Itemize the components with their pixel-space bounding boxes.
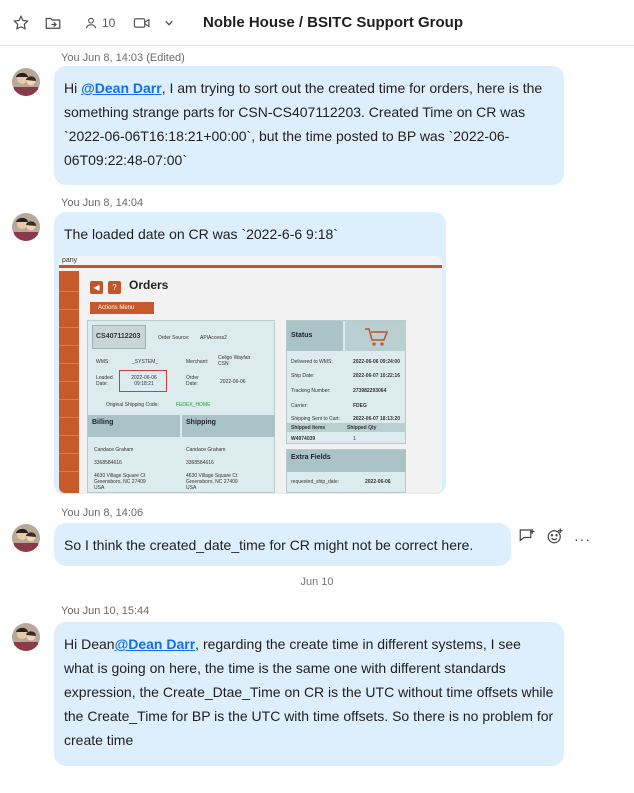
members-icon <box>85 17 97 29</box>
date-separator: Jun 10 <box>300 576 334 588</box>
requested-ship-value: 2022-06-06 <box>365 479 391 485</box>
message-actions: ··· <box>518 527 591 550</box>
order-id: CS407112203 <box>96 333 141 340</box>
ship-date-value: 2022-06-07 10:22:16 <box>353 373 400 379</box>
status-panel: Status Delivered to WMS: 2022-06-06 09:2… <box>286 320 406 444</box>
star-icon[interactable] <box>12 12 30 34</box>
actions-menu: Actions Menu <box>90 302 154 314</box>
mention-link[interactable]: @Dean Darr <box>81 80 162 96</box>
sent-to-cart-value: 2022-06-07 18:13:20 <box>353 416 400 422</box>
orig-shipping-label: Original Shipping Code: <box>106 402 159 408</box>
carrier-value: FDEG <box>353 403 367 409</box>
billing-country: USA <box>94 485 105 491</box>
avatar[interactable] <box>12 623 40 651</box>
item-qty: 1 <box>353 436 356 442</box>
shipping-heading: Shipping <box>182 415 275 437</box>
message-bubble: Hi Dean@Dean Darr, regarding the create … <box>54 622 564 766</box>
shipping-name: Candace Graham <box>186 447 226 453</box>
loaded-date-label: Loaded Date: <box>96 375 113 387</box>
orders-title: Orders <box>129 278 169 292</box>
message-text: , regarding the create time in different… <box>64 636 554 748</box>
wms-label: WMS: <box>96 359 110 365</box>
attached-image[interactable]: pany ◀ ? Orders Actions Menu CS407112203… <box>54 251 446 494</box>
more-icon[interactable]: ··· <box>574 531 591 547</box>
shipping-phone: 3368584616 <box>186 460 214 466</box>
share-icon[interactable] <box>44 12 62 34</box>
billing-heading: Billing <box>88 415 180 437</box>
message-bubble: So I think the created_date_time for CR … <box>54 523 511 566</box>
message-meta: You Jun 8, 14:06 <box>61 507 144 519</box>
avatar[interactable] <box>12 213 40 241</box>
merchant-value: Celigo Wayfair CSN <box>218 355 251 367</box>
status-heading: Status <box>287 321 343 351</box>
company-label: pany <box>62 257 78 264</box>
chevron-down-icon[interactable] <box>164 12 174 34</box>
members-button[interactable]: 10 <box>84 12 115 34</box>
help-icon: ? <box>108 281 121 294</box>
wms-value: _SYSTEM_ <box>132 359 159 365</box>
mention-link[interactable]: @Dean Darr <box>115 636 196 652</box>
orders-screenshot: pany ◀ ? Orders Actions Menu CS407112203… <box>59 256 442 493</box>
message-text-prefix: Hi Dean <box>64 636 115 652</box>
page-title: Noble House / BSITC Support Group <box>203 14 463 31</box>
tracking-label: Tracking Number: <box>291 388 331 394</box>
delivered-label: Delivered to WMS: <box>291 359 333 365</box>
requested-ship-label: requested_ship_date: <box>291 479 340 485</box>
message-meta: You Jun 8, 14:04 <box>61 197 144 209</box>
orig-shipping-value: FEDEX_HOME <box>176 402 211 408</box>
sent-to-cart-label: Shipping Sent to Cart: <box>291 416 340 422</box>
message-text-prefix: Hi <box>64 80 82 96</box>
avatar[interactable] <box>12 524 40 552</box>
order-source: APIAccess2 <box>200 335 227 341</box>
carrier-label: Carrier: <box>291 403 308 409</box>
message-meta: You Jun 8, 14:03 (Edited) <box>61 52 185 64</box>
shipped-items-label: Shipped Items <box>291 425 326 431</box>
order-panel: CS407112203 Order Source: APIAccess2 WMS… <box>87 320 275 493</box>
member-count: 10 <box>102 16 116 30</box>
merchant-label: Merchant: <box>186 359 209 365</box>
message-meta: You Jun 10, 15:44 <box>61 605 150 617</box>
delivered-value: 2022-06-06 09:24:00 <box>353 359 400 365</box>
screenshot-sidebar <box>59 271 79 493</box>
ship-date-label: Ship Date: <box>291 373 315 379</box>
back-icon: ◀ <box>90 281 103 294</box>
loaded-date-value: 2022-06-06 09:18:21 <box>131 375 157 387</box>
billing-phone: 3368584616 <box>94 460 122 466</box>
reply-icon[interactable] <box>518 527 536 550</box>
message-bubble: The loaded date on CR was `2022-6-6 9:18… <box>54 212 446 255</box>
shipping-country: USA <box>186 485 197 491</box>
extra-fields-heading: Extra Fields <box>287 450 406 472</box>
video-icon[interactable] <box>133 12 151 34</box>
message-bubble: Hi @Dean Darr, I am trying to sort out t… <box>54 66 564 185</box>
shipped-qty-label: Shipped Qty <box>347 425 377 431</box>
message-text: So I think the created_date_time for CR … <box>64 537 474 553</box>
billing-name: Candace Graham <box>94 447 134 453</box>
chat-header: 10 Noble House / BSITC Support Group <box>0 0 634 46</box>
extra-fields-panel: Extra Fields requested_ship_date: 2022-0… <box>286 449 406 493</box>
order-date-label: Order Date: <box>186 375 199 387</box>
screenshot-topbar <box>59 256 442 268</box>
emoji-icon[interactable] <box>546 527 564 550</box>
order-date-value: 2022-06-06 <box>220 379 246 385</box>
item-sku: W4974039 <box>291 436 316 442</box>
avatar[interactable] <box>12 68 40 96</box>
cart-icon <box>345 321 406 351</box>
tracking-value: 273982293064 <box>353 388 387 394</box>
message-text: The loaded date on CR was `2022-6-6 9:18… <box>64 226 338 242</box>
order-source-label: Order Source: <box>158 335 190 341</box>
